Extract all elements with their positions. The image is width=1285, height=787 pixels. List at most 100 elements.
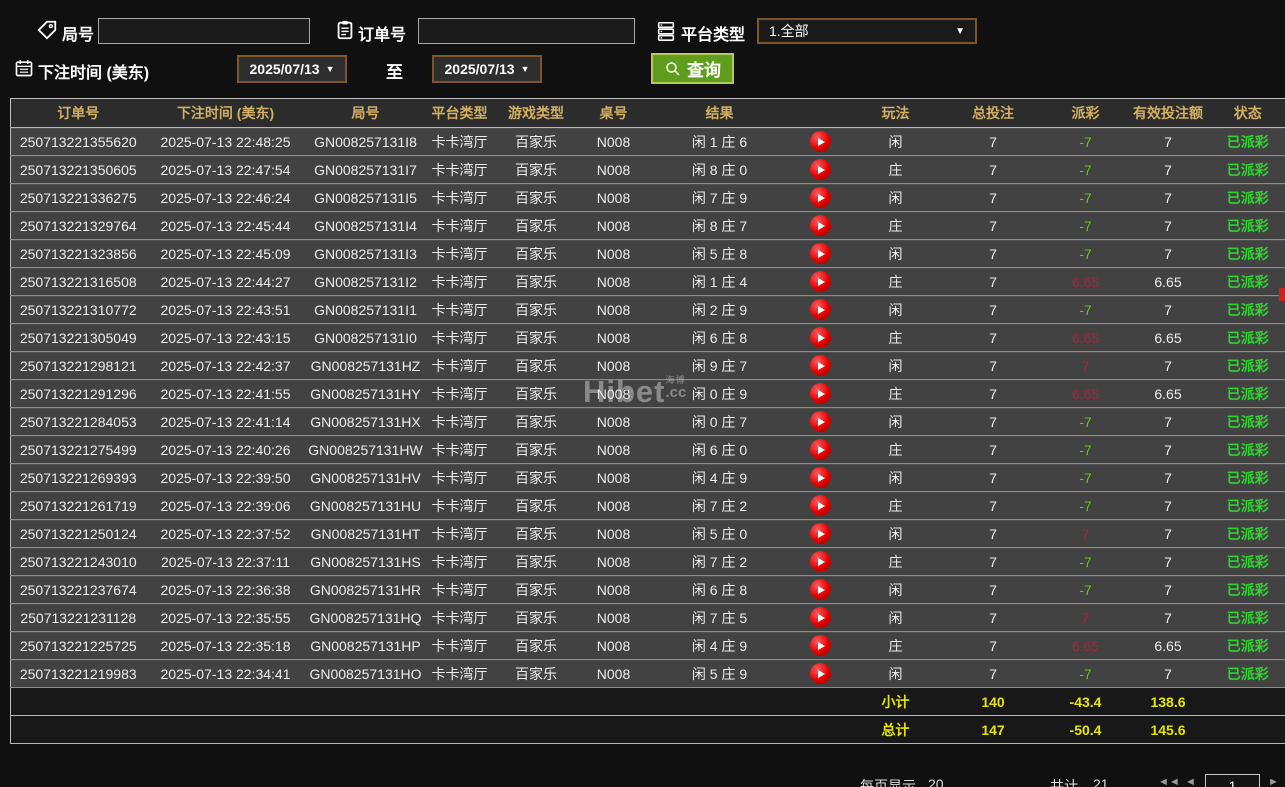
total-payout: -50.4 [1045, 715, 1126, 744]
replay-video-icon[interactable] [810, 159, 831, 180]
replay-video-icon[interactable] [810, 383, 831, 404]
play-type-cell: 庄 [850, 211, 941, 240]
replay-video-icon[interactable] [810, 327, 831, 348]
total-bet-cell: 7 [940, 463, 1046, 492]
status-badge: 已派彩 [1210, 575, 1285, 604]
replay-video-icon[interactable] [810, 271, 831, 292]
total-bet-cell: 7 [940, 211, 1046, 240]
pagination-bar: 每页显示 20 共计 21 ◄◄ ◄ 1 ► [0, 772, 1285, 787]
replay-cell [790, 239, 851, 268]
play-type-cell: 闲 [850, 295, 941, 324]
round-no-cell: GN008257131HX [305, 407, 426, 436]
result-cell: 闲 6 庄 8 [648, 323, 791, 352]
total-bet-cell: 7 [940, 547, 1046, 576]
payout-cell: -7 [1045, 295, 1126, 324]
game-type-cell: 百家乐 [493, 603, 579, 632]
status-badge: 已派彩 [1210, 323, 1285, 352]
status-badge: 已派彩 [1210, 211, 1285, 240]
table-row: 250713221275499 2025-07-13 22:40:26 GN00… [10, 435, 1285, 464]
play-type-cell: 庄 [850, 435, 941, 464]
total-valid-bet: 145.6 [1125, 715, 1211, 744]
col-round-no: 局号 [305, 98, 426, 128]
tag-icon [37, 20, 57, 40]
order-no-cell: 250713221329764 [10, 211, 146, 240]
replay-video-icon[interactable] [810, 663, 831, 684]
result-cell: 闲 8 庄 0 [648, 155, 791, 184]
replay-video-icon[interactable] [810, 215, 831, 236]
replay-cell [790, 603, 851, 632]
platform-cell: 卡卡湾厅 [425, 267, 494, 296]
replay-video-icon[interactable] [810, 355, 831, 376]
calendar-icon [15, 60, 33, 77]
page-number-input[interactable]: 1 [1205, 774, 1260, 787]
total-count-value: 21 [1093, 776, 1109, 787]
result-cell: 闲 6 庄 0 [648, 435, 791, 464]
round-no-cell: GN008257131I2 [305, 267, 426, 296]
col-order-no: 订单号 [10, 98, 146, 128]
round-no-cell: GN008257131HU [305, 491, 426, 520]
replay-video-icon[interactable] [810, 523, 831, 544]
total-bet-cell: 7 [940, 295, 1046, 324]
replay-cell [790, 295, 851, 324]
replay-video-icon[interactable] [810, 607, 831, 628]
game-type-cell: 百家乐 [493, 351, 579, 380]
game-type-cell: 百家乐 [493, 239, 579, 268]
replay-video-icon[interactable] [810, 467, 831, 488]
date-from-picker[interactable]: 2025/07/13 ▼ [237, 55, 347, 83]
replay-video-icon[interactable] [810, 495, 831, 516]
game-type-cell: 百家乐 [493, 631, 579, 660]
bet-time-cell: 2025-07-13 22:39:50 [145, 463, 306, 492]
subtotal-row: 小计 140 -43.4 138.6 [10, 687, 1285, 716]
order-no-cell: 250713221250124 [10, 519, 146, 548]
total-bet-cell: 7 [940, 127, 1046, 156]
round-no-cell: GN008257131HR [305, 575, 426, 604]
next-page-icon[interactable]: ► [1268, 776, 1279, 787]
table-no-cell: N008 [578, 155, 649, 184]
game-type-cell: 百家乐 [493, 295, 579, 324]
status-badge: 已派彩 [1210, 155, 1285, 184]
payout-cell: -7 [1045, 127, 1126, 156]
first-page-icon[interactable]: ◄◄ [1158, 776, 1180, 787]
bet-time-cell: 2025-07-13 22:42:37 [145, 351, 306, 380]
table-row: 250713221305049 2025-07-13 22:43:15 GN00… [10, 323, 1285, 352]
play-type-cell: 庄 [850, 547, 941, 576]
play-type-cell: 闲 [850, 659, 941, 688]
valid-bet-cell: 7 [1125, 547, 1211, 576]
prev-page-icon[interactable]: ◄ [1185, 776, 1196, 787]
table-row: 250713221243010 2025-07-13 22:37:11 GN00… [10, 547, 1285, 576]
platform-cell: 卡卡湾厅 [425, 155, 494, 184]
game-type-cell: 百家乐 [493, 575, 579, 604]
round-no-input[interactable] [98, 18, 310, 44]
replay-video-icon[interactable] [810, 131, 831, 152]
order-no-input[interactable] [418, 18, 635, 44]
replay-video-icon[interactable] [810, 551, 831, 572]
total-bet-cell: 7 [940, 575, 1046, 604]
payout-cell: 6.65 [1045, 323, 1126, 352]
platform-cell: 卡卡湾厅 [425, 211, 494, 240]
chevron-down-icon: ▼ [520, 64, 530, 74]
valid-bet-cell: 6.65 [1125, 631, 1211, 660]
valid-bet-cell: 7 [1125, 575, 1211, 604]
round-no-cell: GN008257131I7 [305, 155, 426, 184]
platform-type-select[interactable]: 1.全部 ▼ [757, 18, 977, 44]
replay-video-icon[interactable] [810, 187, 831, 208]
replay-video-icon[interactable] [810, 439, 831, 460]
order-no-cell: 250713221336275 [10, 183, 146, 212]
date-to-picker[interactable]: 2025/07/13 ▼ [432, 55, 542, 83]
replay-video-icon[interactable] [810, 635, 831, 656]
replay-video-icon[interactable] [810, 579, 831, 600]
round-no-cell: GN008257131HO [305, 659, 426, 688]
status-badge: 已派彩 [1210, 183, 1285, 212]
replay-video-icon[interactable] [810, 299, 831, 320]
replay-video-icon[interactable] [810, 243, 831, 264]
play-type-cell: 庄 [850, 323, 941, 352]
clipboard-icon [337, 20, 353, 40]
replay-video-icon[interactable] [810, 411, 831, 432]
order-no-cell: 250713221291296 [10, 379, 146, 408]
query-button[interactable]: 查询 [651, 53, 734, 84]
play-type-cell: 闲 [850, 603, 941, 632]
round-no-cell: GN008257131HV [305, 463, 426, 492]
subtotal-payout: -43.4 [1045, 687, 1126, 716]
table-row: 250713221284053 2025-07-13 22:41:14 GN00… [10, 407, 1285, 436]
replay-cell [790, 463, 851, 492]
